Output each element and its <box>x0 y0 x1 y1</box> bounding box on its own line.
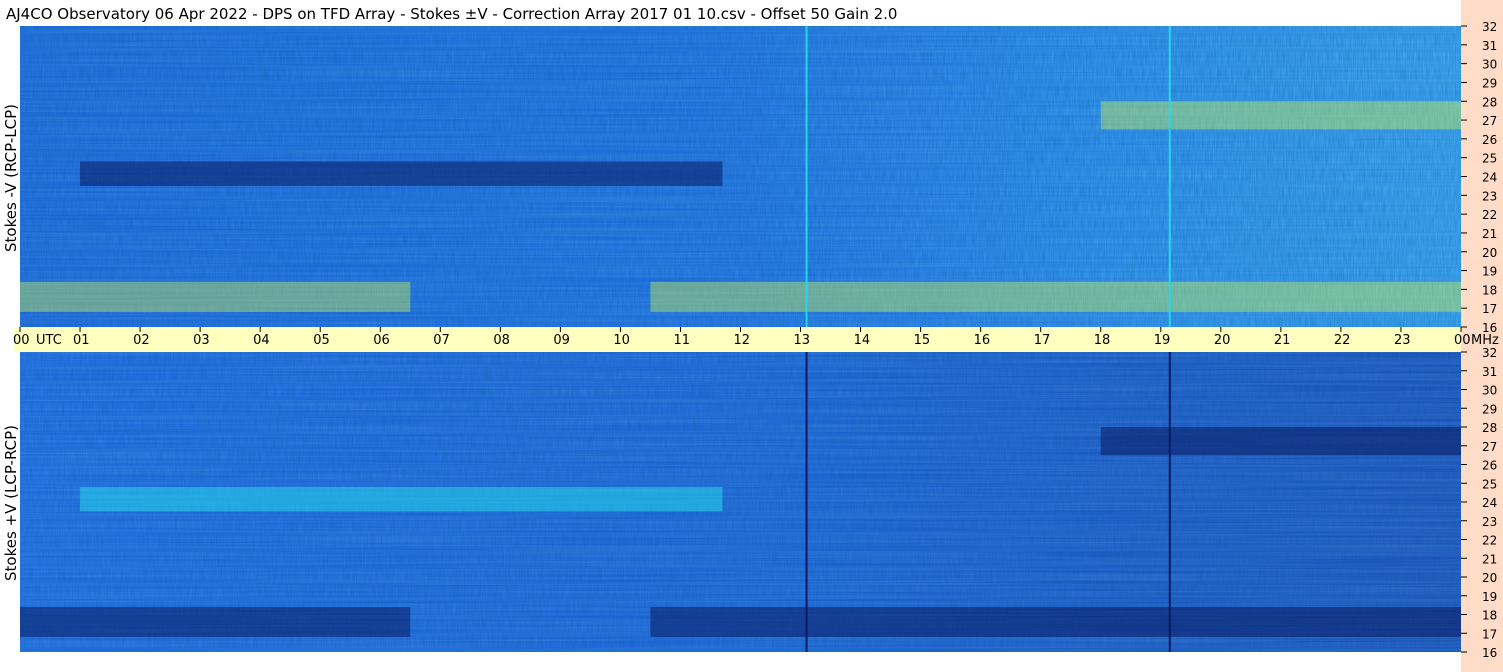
freq-tick-label: 19 <box>1482 265 1497 279</box>
time-tick-label: 02 <box>133 333 150 348</box>
hot-band-mark <box>1100 101 1461 130</box>
time-tick-label: 21 <box>1274 333 1291 348</box>
freq-tick-label: 20 <box>1482 571 1497 585</box>
freq-tick-label: 26 <box>1482 133 1497 147</box>
freq-tick-label: 32 <box>1482 20 1497 34</box>
time-tick-label: 16 <box>974 333 991 348</box>
freq-tick-label: 18 <box>1482 609 1497 623</box>
freq-tick-label: 32 <box>1482 346 1497 360</box>
bright-band-mark <box>80 487 723 512</box>
freq-tick-label: 20 <box>1482 246 1497 260</box>
freq-tick-label: 23 <box>1482 189 1497 203</box>
freq-tick-label: 25 <box>1482 152 1497 166</box>
time-tick-label: 23 <box>1394 333 1411 348</box>
bright-line-mark <box>805 26 808 327</box>
time-tick-label: 10 <box>613 333 630 348</box>
freq-tick-label: 16 <box>1482 321 1497 335</box>
time-tick-label: 05 <box>313 333 330 348</box>
freq-tick-label: 25 <box>1482 477 1497 491</box>
dark-band-mark <box>20 607 411 637</box>
time-tick-label: 01 <box>73 333 90 348</box>
time-tick-label: 03 <box>193 333 210 348</box>
time-tick-label: 00 <box>1454 333 1471 348</box>
utc-label: UTC <box>36 333 62 348</box>
freq-tick-label: 21 <box>1482 552 1497 566</box>
freq-tick-label: 24 <box>1482 496 1497 510</box>
freq-tick-label: 22 <box>1482 208 1497 222</box>
freq-tick-label: 30 <box>1482 384 1497 398</box>
freq-tick-label: 18 <box>1482 283 1497 297</box>
dark-line-mark <box>1168 352 1171 652</box>
freq-tick-label: 31 <box>1482 365 1497 379</box>
time-tick-label: 11 <box>673 333 690 348</box>
time-tick-label: 13 <box>794 333 811 348</box>
time-tick-label: 18 <box>1094 333 1111 348</box>
dark-band-mark <box>80 161 723 186</box>
time-tick-label: 08 <box>493 333 510 348</box>
dark-line-mark <box>805 352 808 652</box>
freq-tick-label: 23 <box>1482 515 1497 529</box>
dark-band-mark <box>1100 427 1461 456</box>
freq-tick-label: 22 <box>1482 534 1497 548</box>
time-tick-label: 17 <box>1034 333 1051 348</box>
time-tick-label: 09 <box>553 333 570 348</box>
bottom-spectrogram-panel <box>20 352 1461 652</box>
freq-tick-label: 17 <box>1482 627 1497 641</box>
bottom-panel-ylabel: Stokes +V (LCP-RCP) <box>2 425 20 581</box>
freq-tick-label: 21 <box>1482 227 1497 241</box>
time-tick-label: 14 <box>854 333 871 348</box>
bright-line-mark <box>1168 26 1171 327</box>
freq-tick-label: 29 <box>1482 402 1497 416</box>
freq-tick-label: 29 <box>1482 76 1497 90</box>
time-tick-label: 19 <box>1154 333 1171 348</box>
time-tick-label: 04 <box>253 333 270 348</box>
freq-tick-label: 31 <box>1482 39 1497 53</box>
hot-band-mark <box>20 281 411 312</box>
freq-tick-label: 28 <box>1482 95 1497 109</box>
time-tick-label: 15 <box>914 333 931 348</box>
freq-tick-label: 16 <box>1482 646 1497 660</box>
freq-tick-label: 19 <box>1482 590 1497 604</box>
hot-band-mark <box>650 281 1461 312</box>
top-panel-ylabel: Stokes -V (RCP-LCP) <box>2 104 20 252</box>
freq-tick-label: 27 <box>1482 114 1497 128</box>
top-spectrogram-panel <box>20 26 1461 327</box>
freq-tick-label: 17 <box>1482 302 1497 316</box>
freq-tick-label: 26 <box>1482 459 1497 473</box>
freq-tick-label: 24 <box>1482 171 1497 185</box>
freq-tick-label: 28 <box>1482 421 1497 435</box>
time-tick-label: 00 <box>13 333 30 348</box>
dark-band-mark <box>650 607 1461 637</box>
freq-tick-label: 30 <box>1482 58 1497 72</box>
spectrogram-chart: AJ4CO Observatory 06 Apr 2022 - DPS on T… <box>2 0 1503 672</box>
freq-tick-label: 27 <box>1482 440 1497 454</box>
time-tick-label: 22 <box>1334 333 1351 348</box>
chart-title: AJ4CO Observatory 06 Apr 2022 - DPS on T… <box>6 5 897 23</box>
time-tick-label: 12 <box>734 333 751 348</box>
time-tick-label: 06 <box>373 333 390 348</box>
time-tick-label: 07 <box>433 333 450 348</box>
time-tick-label: 20 <box>1214 333 1231 348</box>
